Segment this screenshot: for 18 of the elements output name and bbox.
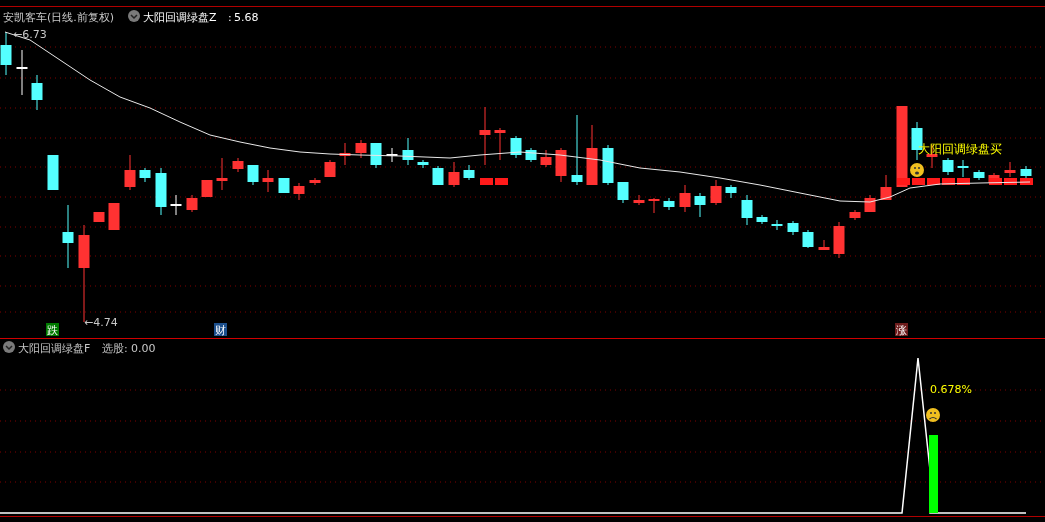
sad-face-icon [926,408,940,422]
indicator-name: 大阳回调绿盘Z [143,11,217,24]
dropdown-icon[interactable] [128,10,140,22]
sub-indicator-value: 0.00 [131,342,156,355]
percentage-reading: 0.678% [930,383,972,396]
indicator-value: 5.68 [234,11,259,24]
separator: : [228,11,232,24]
event-tag[interactable]: 跌 [46,323,59,337]
sub-indicator-label: 选股: [102,342,128,355]
low-price-label: ←4.74 [84,316,118,329]
signal-label: 大阳回调绿盘买 [918,142,1002,156]
smiley-face-icon [910,163,924,177]
stock-title: 安凯客车(日线.前复权) [3,11,115,24]
sub-indicator-title: 大阳回调绿盘F [18,342,91,355]
high-price-label: ←6.73 [13,28,47,41]
dropdown-icon[interactable] [3,341,15,353]
event-tag[interactable]: 涨 [895,323,908,337]
event-tag[interactable]: 财 [214,323,227,337]
